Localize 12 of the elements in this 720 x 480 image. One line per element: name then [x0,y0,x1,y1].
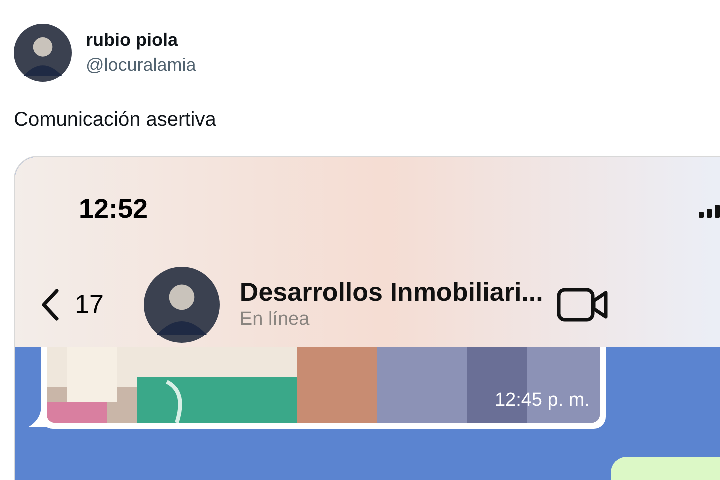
avatar-icon [14,24,72,82]
contact-name[interactable]: Desarrollos Inmobiliari... [240,276,544,306]
status-time: 12:52 [79,193,148,226]
video-call-icon[interactable] [557,286,610,322]
back-chevron-icon [41,288,59,320]
avatar-icon [144,266,220,342]
contact-status: En línea [240,308,311,332]
back-button[interactable]: 17 [41,285,104,324]
author-handle[interactable]: @locuralamia [86,52,196,78]
author-name[interactable]: rubio piola [86,28,196,52]
tweet-text: Comunicación asertiva [13,108,218,133]
message-time: 12:45 p. m. [494,388,590,412]
